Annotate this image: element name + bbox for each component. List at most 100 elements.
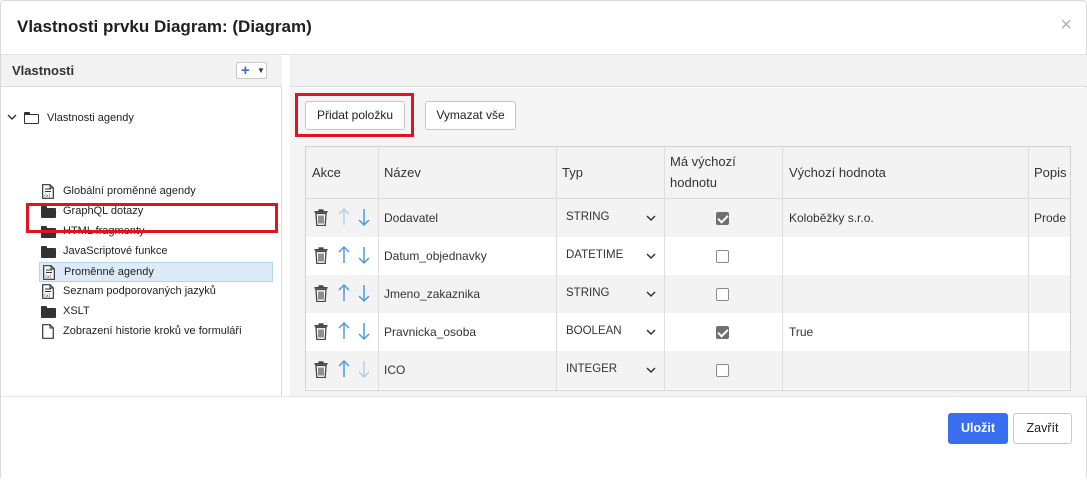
- table-row: Datum_objednavky DATETIME: [306, 237, 1070, 275]
- variables-doc-icon: (x): [42, 284, 54, 299]
- variables-table: Akce Název Typ Má výchozí hodnotu Výchoz…: [305, 146, 1071, 391]
- add-item-button[interactable]: Přidat položku: [305, 101, 405, 130]
- tree-item[interactable]: (x) Seznam podporovaných jazyků: [39, 282, 259, 302]
- cell-default-value[interactable]: True: [789, 325, 813, 339]
- arrow-up-icon[interactable]: [336, 283, 352, 303]
- type-select[interactable]: STRING: [557, 275, 664, 313]
- folder-icon: [41, 206, 56, 218]
- tree-item[interactable]: (x) Globální proměnné agendy: [39, 182, 259, 202]
- tree-item[interactable]: HTML fragmenty: [39, 222, 259, 242]
- cell-name[interactable]: ICO: [384, 363, 405, 377]
- dialog-header: Vlastnosti prvku Diagram: (Diagram) ×: [1, 1, 1086, 55]
- type-select-value: INTEGER: [566, 363, 618, 375]
- type-select-value: DATETIME: [566, 249, 624, 261]
- type-select[interactable]: STRING: [557, 199, 664, 237]
- table-row: ICO INTEGER: [306, 351, 1070, 389]
- type-select-value: STRING: [566, 287, 610, 299]
- chevron-down-icon: [646, 367, 656, 374]
- plus-icon: +: [241, 62, 250, 79]
- dialog-footer: Uložit Zavřít: [1, 396, 1086, 481]
- tree-item-label: Seznam podporovaných jazyků: [63, 285, 216, 297]
- row-actions: [314, 207, 376, 229]
- svg-text:(x): (x): [45, 274, 51, 280]
- close-icon[interactable]: ×: [1060, 13, 1072, 37]
- tree-item-label: HTML fragmenty: [63, 225, 145, 237]
- has-default-checkbox[interactable]: [716, 364, 729, 377]
- folder-icon: [41, 306, 56, 318]
- trash-icon[interactable]: [314, 323, 328, 340]
- cell-name[interactable]: Pravnicka_osoba: [384, 325, 476, 339]
- header-has-default-line1: Má výchozí: [670, 154, 736, 169]
- variables-doc-icon: (x): [42, 184, 54, 199]
- dialog-title: Vlastnosti prvku Diagram: (Diagram): [17, 17, 312, 36]
- tree-item[interactable]: Zobrazení historie kroků ve formuláři: [39, 322, 259, 342]
- table-row: Dodavatel STRING Koloběžky s.r.o. Prode: [306, 199, 1070, 237]
- header-default-value[interactable]: Výchozí hodnota: [789, 162, 886, 183]
- row-actions: [314, 321, 376, 343]
- tree-item[interactable]: (x) Proměnné agendy: [39, 262, 273, 282]
- has-default-checkbox[interactable]: [716, 288, 729, 301]
- tree-item-label: Proměnné agendy: [64, 266, 154, 278]
- cell-default-value[interactable]: Koloběžky s.r.o.: [789, 211, 874, 225]
- header-description[interactable]: Popis: [1034, 162, 1067, 183]
- folder-icon: [41, 226, 56, 238]
- row-actions: [314, 359, 376, 381]
- table-header: Akce Název Typ Má výchozí hodnotu Výchoz…: [306, 147, 1070, 199]
- type-select[interactable]: DATETIME: [557, 237, 664, 275]
- folder-icon: [41, 246, 56, 258]
- arrow-down-icon[interactable]: [356, 359, 372, 379]
- cell-name[interactable]: Jmeno_zakaznika: [384, 287, 480, 301]
- row-actions: [314, 245, 376, 267]
- arrow-up-icon[interactable]: [336, 207, 352, 227]
- chevron-down-icon: [646, 253, 656, 260]
- arrow-down-icon[interactable]: [356, 283, 372, 303]
- chevron-down-icon: [646, 291, 656, 298]
- cell-description[interactable]: Prode: [1034, 211, 1066, 225]
- header-name[interactable]: Název: [384, 162, 421, 183]
- properties-panel: Vlastnosti + ▼ Vlastnosti agendy (x) Glob…: [1, 55, 282, 396]
- variables-panel-header: [290, 55, 1087, 87]
- trash-icon[interactable]: [314, 285, 328, 302]
- table-row: Jmeno_zakaznika STRING: [306, 275, 1070, 313]
- properties-panel-header: Vlastnosti + ▼: [1, 55, 282, 87]
- arrow-up-icon[interactable]: [336, 359, 352, 379]
- tree-item-label: XSLT: [63, 305, 90, 317]
- clear-all-button[interactable]: Vymazat vše: [425, 101, 516, 130]
- arrow-down-icon[interactable]: [356, 245, 372, 265]
- type-select[interactable]: BOOLEAN: [557, 313, 664, 351]
- svg-text:(x): (x): [44, 293, 50, 299]
- type-select-value: STRING: [566, 211, 610, 223]
- cell-name[interactable]: Dodavatel: [384, 211, 438, 225]
- trash-icon[interactable]: [314, 361, 328, 378]
- arrow-up-icon[interactable]: [336, 321, 352, 341]
- tree-item[interactable]: JavaScriptové funkce: [39, 242, 259, 262]
- save-button[interactable]: Uložit: [948, 413, 1008, 444]
- table-row: Pravnicka_osoba BOOLEAN True: [306, 313, 1070, 351]
- arrow-down-icon[interactable]: [356, 321, 372, 341]
- trash-icon[interactable]: [314, 209, 328, 226]
- tree-item-label: Globální proměnné agendy: [63, 185, 196, 197]
- tree-item[interactable]: GraphQL dotazy: [39, 202, 259, 222]
- has-default-checkbox[interactable]: [716, 326, 729, 339]
- type-select[interactable]: INTEGER: [557, 351, 664, 389]
- properties-panel-title: Vlastnosti: [12, 63, 75, 78]
- caret-down-icon: ▼: [257, 66, 265, 75]
- chevron-down-icon: [646, 215, 656, 222]
- properties-dialog: Vlastnosti prvku Diagram: (Diagram) × Vl…: [0, 0, 1087, 481]
- add-dropdown-button[interactable]: + ▼: [236, 62, 267, 79]
- tree-item-label: GraphQL dotazy: [63, 205, 144, 217]
- arrow-up-icon[interactable]: [336, 245, 352, 265]
- arrow-down-icon[interactable]: [356, 207, 372, 227]
- header-type[interactable]: Typ: [562, 162, 583, 183]
- row-actions: [314, 283, 376, 305]
- close-button[interactable]: Zavřít: [1013, 413, 1072, 444]
- has-default-checkbox[interactable]: [716, 250, 729, 263]
- cell-name[interactable]: Datum_objednavky: [384, 249, 487, 263]
- header-actions: Akce: [312, 165, 341, 180]
- trash-icon[interactable]: [314, 247, 328, 264]
- header-has-default[interactable]: Má výchozí hodnotu: [670, 151, 736, 193]
- variables-doc-icon: (x): [43, 265, 55, 280]
- tree-item[interactable]: XSLT: [39, 302, 259, 322]
- has-default-checkbox[interactable]: [716, 212, 729, 225]
- tree-item-label: JavaScriptové funkce: [63, 245, 168, 257]
